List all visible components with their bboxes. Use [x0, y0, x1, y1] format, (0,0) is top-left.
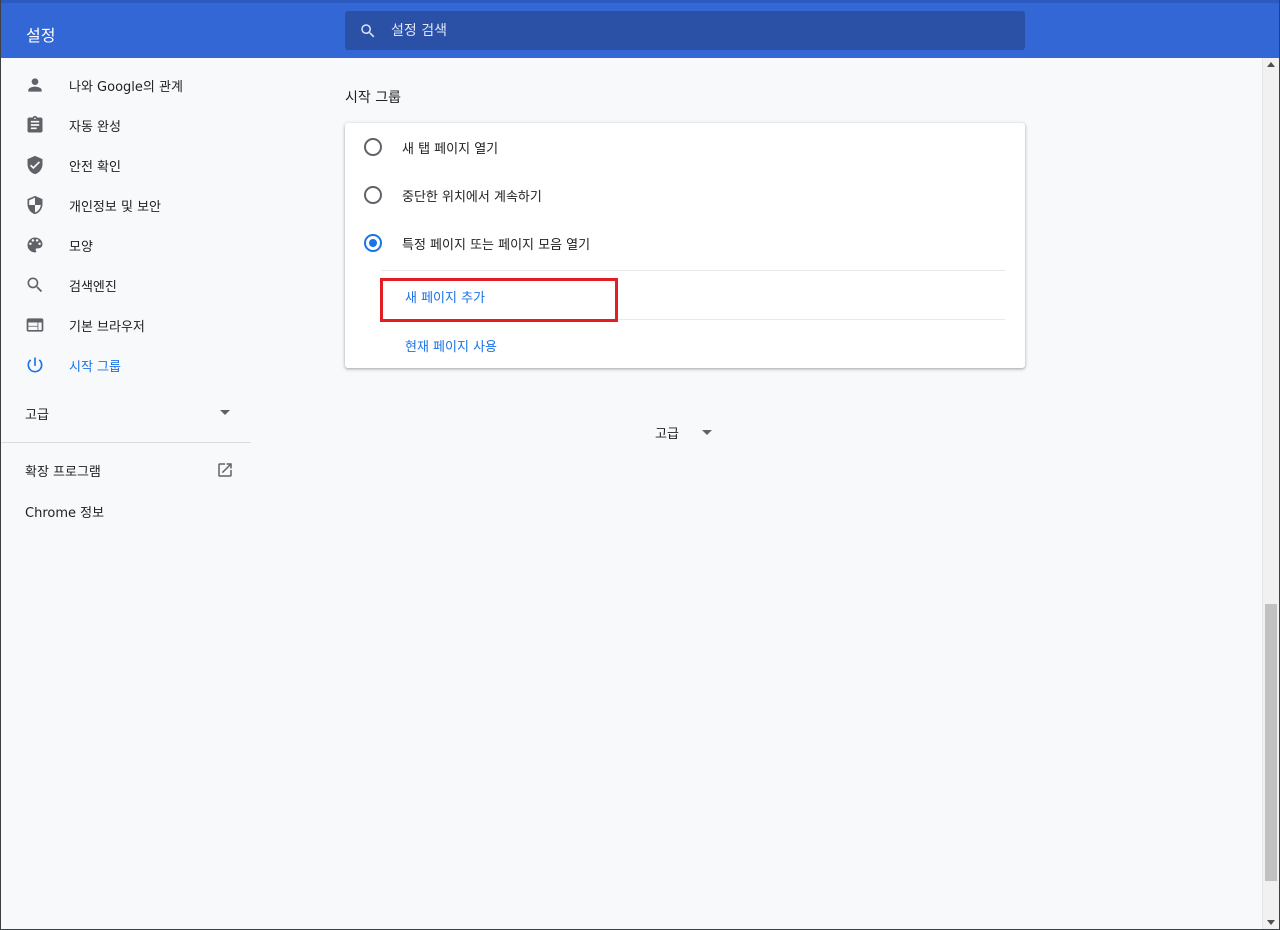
sidebar-item-label: 안전 확인 [69, 159, 121, 175]
clipboard-icon [27, 115, 43, 133]
scroll-up-arrow-icon[interactable] [1267, 62, 1275, 67]
startup-option-continue[interactable]: 중단한 위치에서 계속하기 [345, 171, 1025, 219]
startup-option-new-tab[interactable]: 새 탭 페이지 열기 [345, 123, 1025, 171]
radio-label: 특정 페이지 또는 페이지 모음 열기 [402, 238, 591, 253]
advanced-expand-button[interactable]: 고급 [640, 412, 730, 452]
sidebar-advanced-toggle[interactable]: 고급 [0, 392, 252, 432]
sidebar-item-appearance[interactable]: 모양 [0, 225, 252, 265]
search-icon [361, 24, 375, 38]
sidebar-item-label: 기본 브라우저 [69, 319, 145, 335]
vertical-scrollbar[interactable] [1262, 58, 1279, 929]
radio-continue[interactable] [364, 186, 382, 204]
sidebar: 나와 Google의 관계 자동 완성 안전 확인 개인정보 및 보안 모양 검… [0, 58, 252, 930]
radio-new-tab[interactable] [364, 138, 382, 156]
sidebar-item-label: 나와 Google의 관계 [69, 79, 183, 95]
palette-icon [27, 237, 43, 253]
shield-half-icon [27, 195, 43, 215]
chevron-down-icon [702, 430, 712, 435]
radio-label: 중단한 위치에서 계속하기 [402, 190, 542, 205]
settings-header: 설정 [0, 0, 1280, 58]
sidebar-item-label: 시작 그룹 [69, 359, 121, 375]
use-current-pages-button[interactable]: 현재 페이지 사용 [381, 320, 1005, 368]
power-icon [27, 357, 43, 373]
chevron-down-icon [220, 410, 230, 415]
section-title: 시작 그룹 [345, 90, 401, 106]
startup-options-card: 새 탭 페이지 열기 중단한 위치에서 계속하기 특정 페이지 또는 페이지 모… [345, 123, 1025, 368]
sidebar-item-label: 자동 완성 [69, 119, 121, 135]
open-in-new-icon [218, 463, 232, 477]
sidebar-item-on-startup[interactable]: 시작 그룹 [0, 345, 252, 385]
startup-option-specific-pages[interactable]: 특정 페이지 또는 페이지 모음 열기 [345, 219, 1025, 267]
scroll-down-arrow-icon[interactable] [1267, 920, 1275, 925]
sidebar-item-label: 개인정보 및 보안 [69, 199, 161, 215]
search-icon [27, 277, 43, 293]
sidebar-extensions-label: 확장 프로그램 [25, 465, 101, 480]
scrollbar-thumb[interactable] [1265, 604, 1277, 881]
use-current-pages-label: 현재 페이지 사용 [405, 340, 497, 355]
sidebar-divider [0, 442, 251, 443]
browser-window-icon [26, 318, 44, 332]
radio-specific-pages[interactable] [364, 234, 382, 252]
person-icon [28, 78, 42, 92]
sidebar-item-you-and-google[interactable]: 나와 Google의 관계 [0, 65, 252, 105]
sidebar-item-label: 모양 [69, 239, 93, 255]
page-title: 설정 [26, 26, 56, 45]
sidebar-advanced-label: 고급 [25, 408, 49, 423]
sidebar-item-extensions[interactable]: 확장 프로그램 [0, 450, 252, 490]
sidebar-item-autofill[interactable]: 자동 완성 [0, 105, 252, 145]
sidebar-item-default-browser[interactable]: 기본 브라우저 [0, 305, 252, 345]
radio-label: 새 탭 페이지 열기 [402, 142, 499, 157]
search-box[interactable] [345, 11, 1025, 50]
sidebar-item-privacy-security[interactable]: 개인정보 및 보안 [0, 185, 252, 225]
sidebar-item-search-engine[interactable]: 검색엔진 [0, 265, 252, 305]
advanced-label: 고급 [655, 427, 679, 442]
shield-check-icon [27, 155, 43, 175]
sidebar-item-label: 검색엔진 [69, 279, 117, 295]
search-input[interactable] [391, 11, 1011, 50]
sidebar-item-safety-check[interactable]: 안전 확인 [0, 145, 252, 185]
add-new-page-button[interactable]: 새 페이지 추가 [381, 271, 1005, 319]
sidebar-item-about-chrome[interactable]: Chrome 정보 [0, 490, 252, 530]
sidebar-about-label: Chrome 정보 [25, 506, 105, 521]
add-new-page-label: 새 페이지 추가 [405, 291, 486, 306]
